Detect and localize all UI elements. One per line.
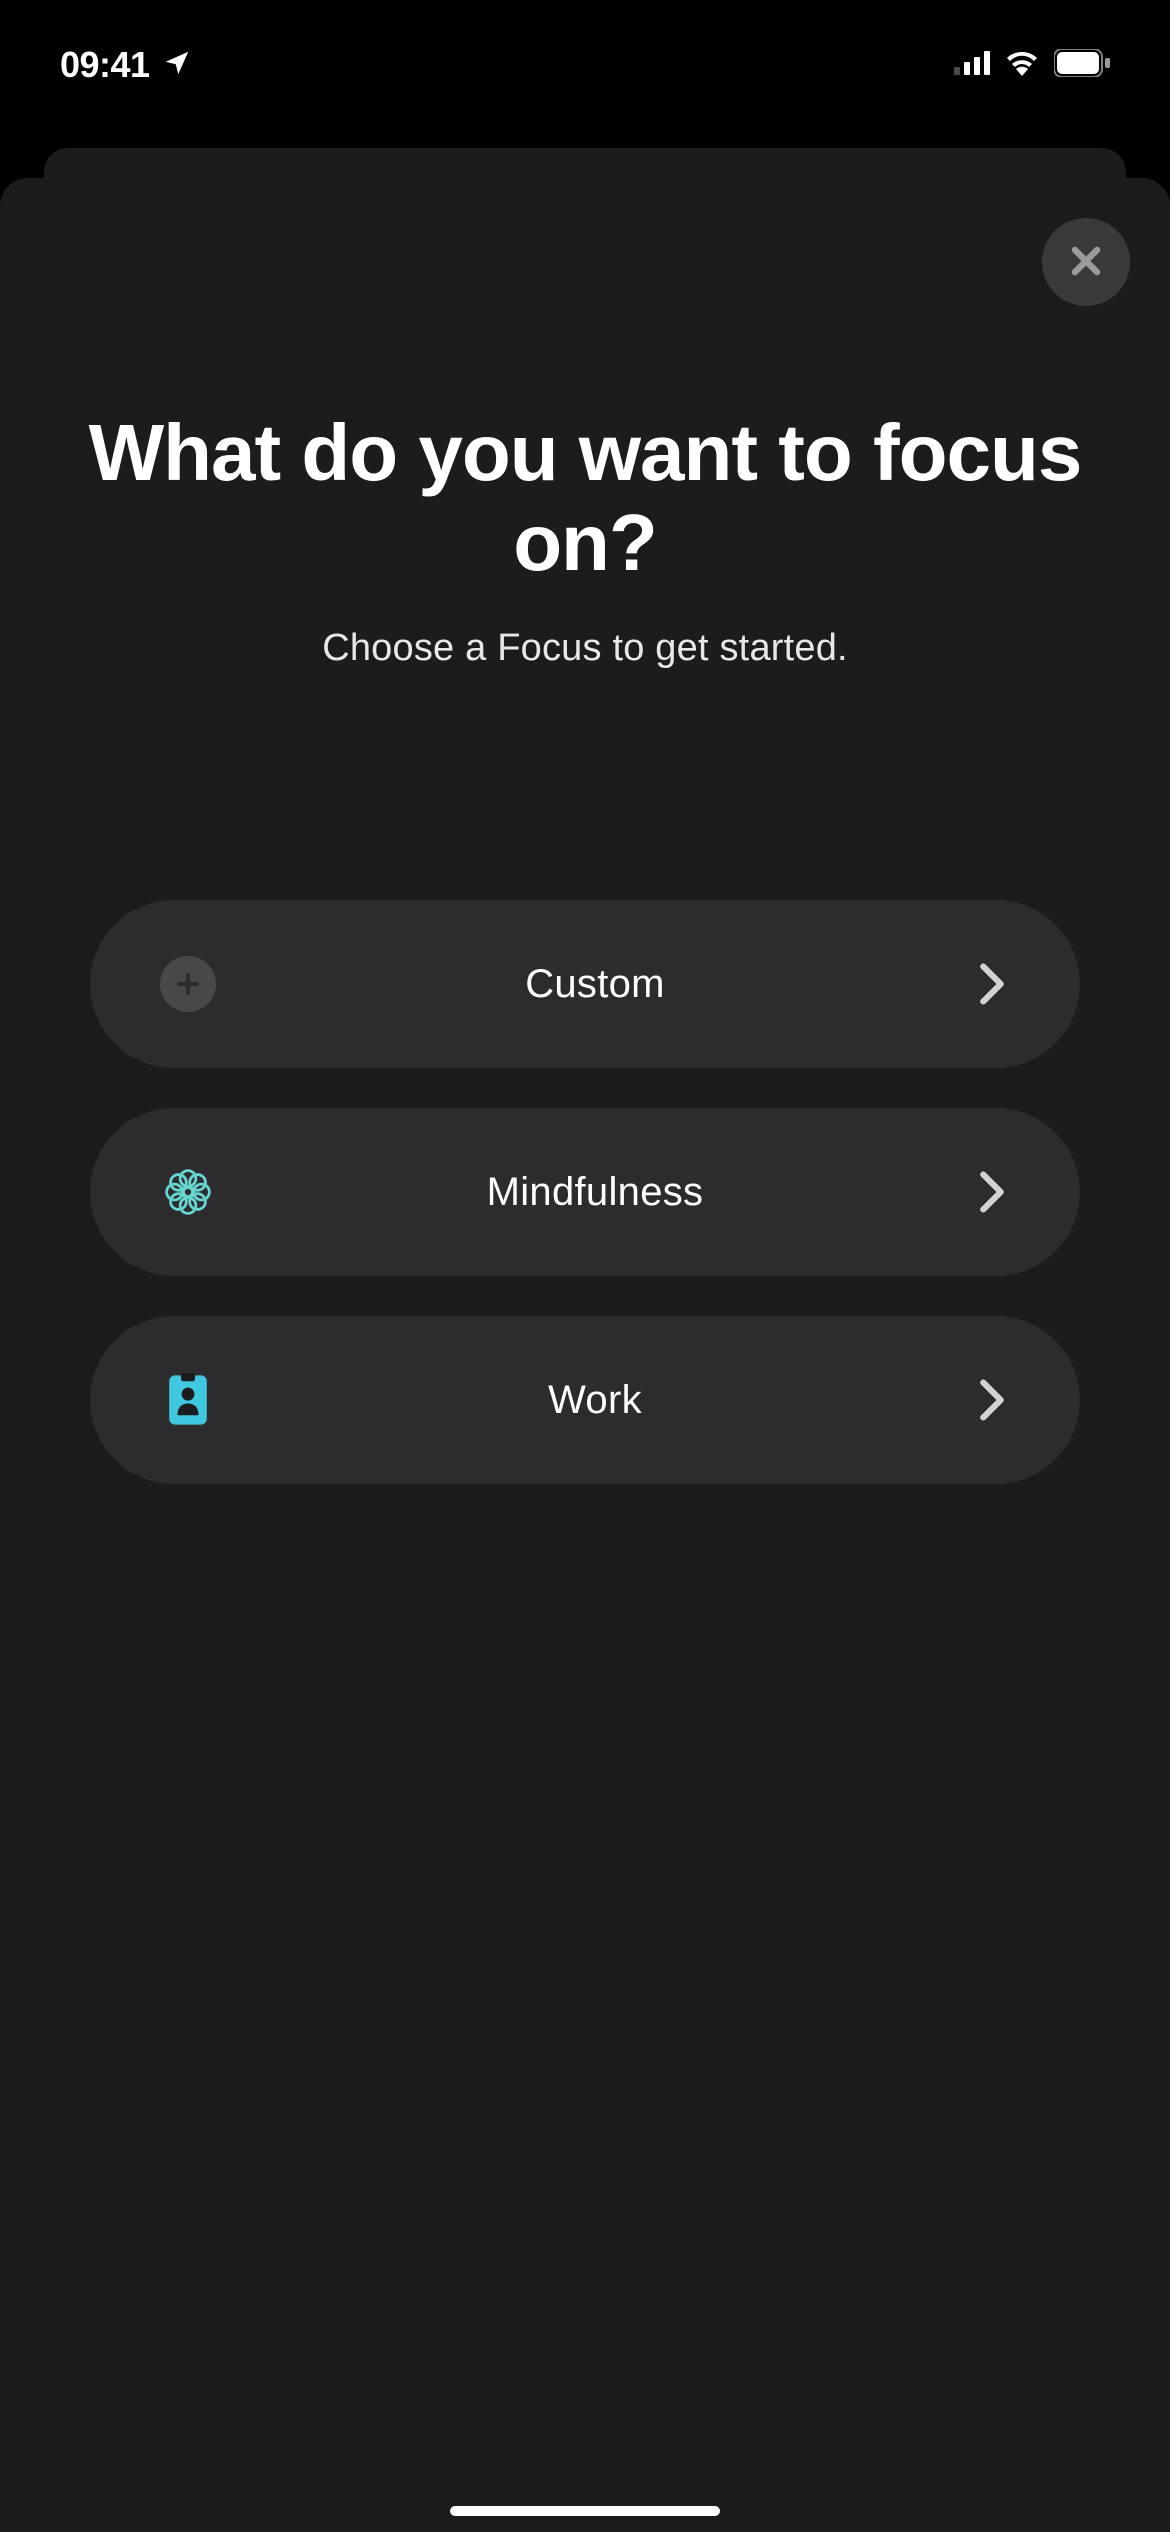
chevron-right-icon [972, 964, 1012, 1004]
status-right [954, 49, 1110, 82]
focus-option-mindfulness[interactable]: Mindfulness [90, 1108, 1080, 1276]
lotus-icon [158, 1162, 218, 1222]
close-icon [1067, 242, 1105, 283]
option-label: Work [218, 1378, 972, 1423]
chevron-right-icon [972, 1380, 1012, 1420]
wifi-icon [1004, 50, 1040, 81]
focus-options-list: Custom [40, 900, 1130, 1484]
close-button[interactable] [1042, 218, 1130, 306]
location-icon [162, 48, 192, 83]
plus-circle-icon [158, 954, 218, 1014]
cellular-icon [954, 51, 990, 80]
status-left: 09:41 [60, 44, 192, 86]
focus-setup-sheet: What do you want to focus on? Choose a F… [0, 178, 1170, 2532]
badge-icon [158, 1370, 218, 1430]
battery-icon [1054, 49, 1110, 82]
page-subtitle: Choose a Focus to get started. [80, 627, 1090, 670]
status-time: 09:41 [60, 44, 150, 86]
option-label: Mindfulness [218, 1170, 972, 1215]
page-title: What do you want to focus on? [80, 408, 1090, 587]
focus-option-work[interactable]: Work [90, 1316, 1080, 1484]
chevron-right-icon [972, 1172, 1012, 1212]
home-indicator[interactable] [450, 2506, 720, 2516]
status-bar: 09:41 [0, 0, 1170, 130]
option-label: Custom [218, 962, 972, 1007]
focus-option-custom[interactable]: Custom [90, 900, 1080, 1068]
header-section: What do you want to focus on? Choose a F… [40, 408, 1130, 670]
